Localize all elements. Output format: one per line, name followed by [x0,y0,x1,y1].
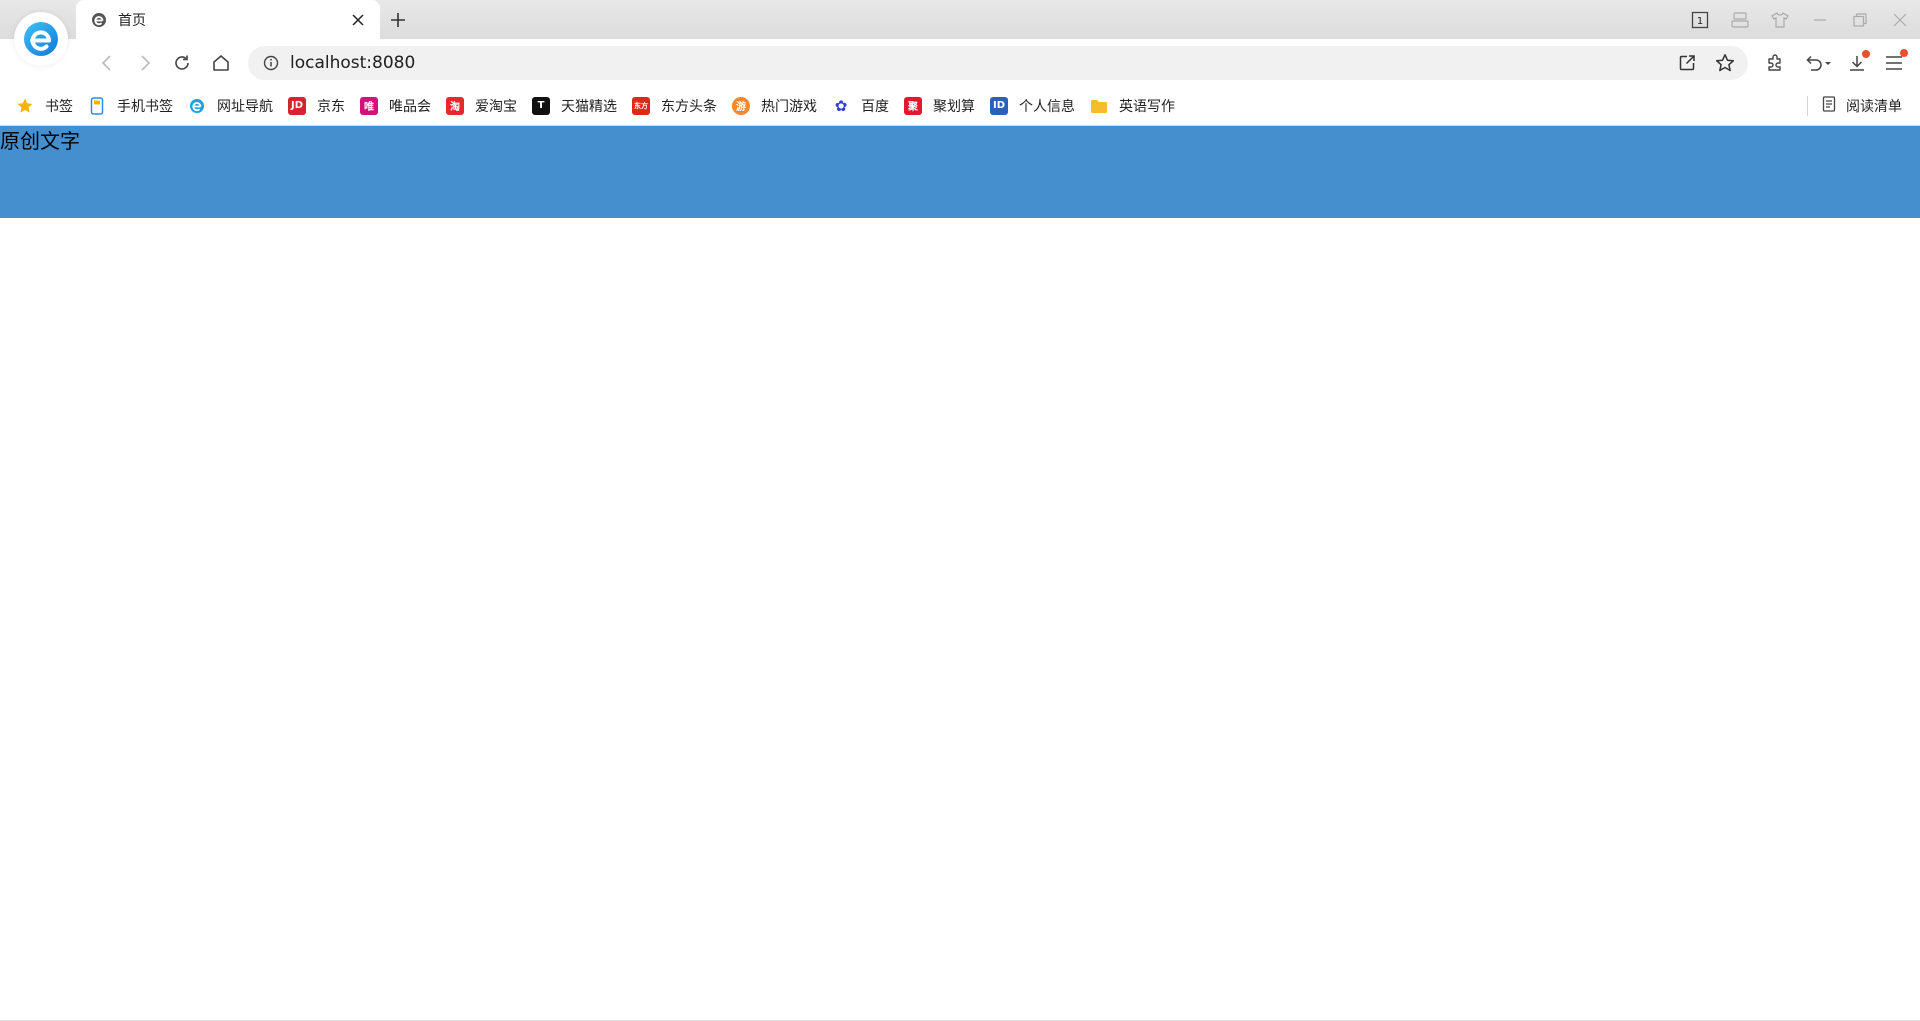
bookmark-label: 唯品会 [389,98,431,115]
address-bar[interactable]: localhost:8080 [248,46,1748,80]
tab-title: 首页 [118,12,146,29]
bookmark-item[interactable]: 英语写作 [1090,93,1175,119]
edge-icon [188,97,206,115]
bookmark-label: 百度 [861,98,889,115]
title-bar: 首页 1 [0,0,1920,39]
forward-button[interactable] [130,48,160,78]
bookmark-item[interactable]: 手机书签 [88,93,173,119]
restore-icon[interactable] [1840,0,1880,39]
window-controls: 1 [1680,0,1920,39]
minimize-icon[interactable] [1800,0,1840,39]
bookmark-label: 热门游戏 [761,98,817,115]
profile-icon[interactable] [1720,0,1760,39]
bookmark-item[interactable]: JD 京东 [288,93,345,119]
bookmark-label: 网址导航 [217,98,273,115]
phone-icon [88,96,106,115]
new-tab-button[interactable] [384,6,412,34]
address-url[interactable]: localhost:8080 [290,53,415,73]
bookmarks-list: 书签 手机书签 网址导航 JD 京东唯唯品会淘爱淘宝 T 天猫精选 东方 东方头条游热门游戏 ✿ 百… [16,86,1190,125]
reading-list-icon [1822,95,1836,116]
download-notice-dot [1862,50,1870,58]
bookmark-label: 聚划算 [933,98,975,115]
download-icon[interactable] [1842,48,1872,78]
jd-icon: JD [288,96,306,115]
profile-card-icon: ID [990,96,1008,115]
bookmark-item[interactable]: 书签 [16,93,73,119]
folder-icon [1090,97,1108,115]
bookmark-label: 天猫精选 [561,98,617,115]
baidu-paw-icon: ✿ [834,96,848,115]
tab-home[interactable]: 首页 [76,0,380,39]
bookmark-label: 书签 [45,98,73,115]
header-bar: 原创文字 [0,126,1920,218]
home-button[interactable] [206,48,236,78]
star-icon [16,97,34,115]
page-content: 原创文字 [0,126,1920,1021]
menu-icon[interactable] [1879,48,1909,78]
vip-icon: 唯 [360,96,378,115]
tab-count-label: 1 [1697,16,1703,27]
close-icon[interactable] [1880,0,1920,39]
bookmark-label: 东方头条 [661,98,717,115]
taobao-icon: 淘 [446,96,464,115]
reload-button[interactable] [167,48,197,78]
bookmark-item[interactable]: 淘爱淘宝 [446,93,517,119]
bookmark-item[interactable]: 东方 东方头条 [632,93,717,119]
skin-icon[interactable] [1760,0,1800,39]
navigation-toolbar: localhost:8080 [0,39,1920,86]
browser-logo-icon[interactable] [14,12,68,66]
back-button[interactable] [92,48,122,78]
site-info-icon[interactable] [261,53,281,73]
tab-count-icon[interactable]: 1 [1680,0,1720,39]
bookmark-label: 手机书签 [117,98,173,115]
reading-list-divider [1807,95,1808,116]
bookmark-label: 个人信息 [1019,98,1075,115]
menu-notice-dot [1900,49,1908,57]
bookmark-item[interactable]: 游热门游戏 [732,93,817,119]
bookmarks-bar: 书签 手机书签 网址导航 JD 京东唯唯品会淘爱淘宝 T 天猫精选 东方 东方头条游热门游戏 ✿ 百… [0,86,1920,126]
extensions-icon[interactable] [1760,48,1790,78]
juhuasuan-icon: 聚 [904,96,922,115]
reading-list-label: 阅读清单 [1846,98,1902,115]
bookmark-label: 爱淘宝 [475,98,517,115]
bookmark-item[interactable]: ID 个人信息 [990,93,1075,119]
bookmark-item[interactable]: 网址导航 [188,93,273,119]
eastday-icon: 东方 [632,96,650,115]
bookmark-label: 京东 [317,98,345,115]
game-icon: 游 [732,96,750,115]
bookmark-item[interactable]: 唯唯品会 [360,93,431,119]
tmall-icon: T [532,96,550,115]
bookmark-item[interactable]: T 天猫精选 [532,93,617,119]
share-icon[interactable] [1676,52,1698,74]
undo-close-tab-icon[interactable] [1800,48,1836,78]
bookmark-label: 英语写作 [1119,98,1175,115]
reading-list-button[interactable]: 阅读清单 [1807,86,1902,125]
tab-favicon-icon [90,11,108,29]
bookmark-item[interactable]: 聚聚划算 [904,93,975,119]
tab-close-icon[interactable] [346,8,370,32]
favorite-star-icon[interactable] [1714,52,1736,74]
header-text: 原创文字 [0,129,80,153]
bookmark-item[interactable]: ✿ 百度 [832,93,889,119]
